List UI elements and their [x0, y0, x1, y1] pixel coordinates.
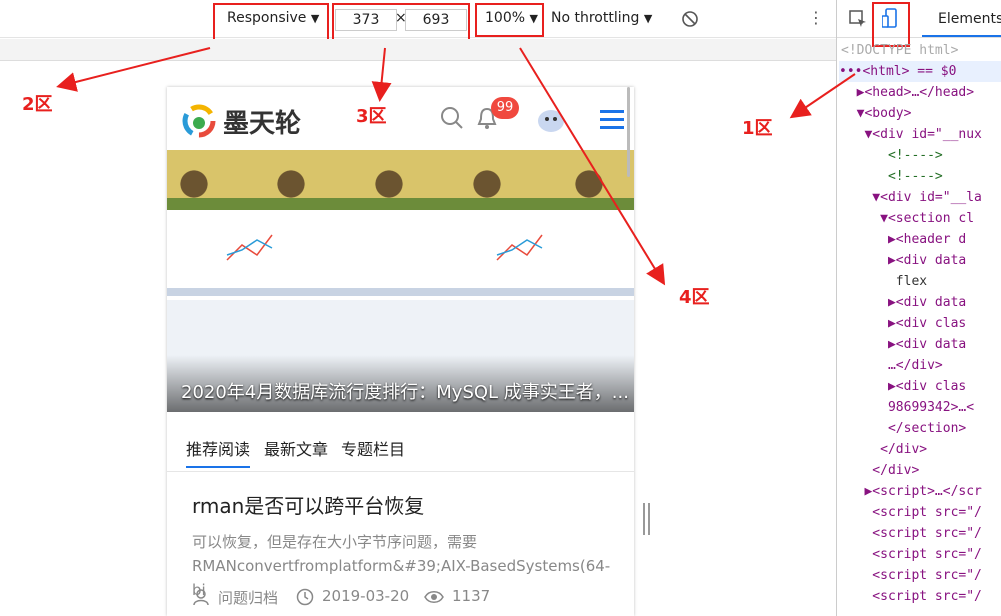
article-views: 1137 — [452, 587, 491, 605]
dom-line[interactable]: <script src="/ — [841, 586, 982, 607]
inspect-element-icon[interactable] — [849, 10, 867, 28]
annotation-box-zoom — [475, 3, 544, 37]
dom-line[interactable]: </section> — [841, 418, 966, 439]
annotation-box-device — [213, 3, 329, 42]
site-logo-icon — [182, 104, 216, 138]
devtools-tabbar: Elements — [837, 0, 1001, 47]
active-tab-underline — [922, 0, 1001, 37]
dom-line[interactable]: <!DOCTYPE html> — [841, 40, 958, 61]
banner-title[interactable]: 2020年4月数据库流行度排行：MySQL 成事实王者，... — [181, 378, 629, 404]
dom-line[interactable]: <script src="/ — [841, 544, 982, 565]
dom-line[interactable]: <script src="/ — [841, 502, 982, 523]
dom-line[interactable]: <!----> — [841, 166, 943, 187]
tab-latest[interactable]: 最新文章 — [264, 436, 328, 460]
dom-line[interactable]: ▼<body> — [841, 103, 912, 124]
devtools-panel: Elements <!DOCTYPE html> •••<html> == $0… — [836, 0, 1001, 616]
site-logo-text: 墨天轮 — [223, 109, 302, 139]
user-icon — [193, 589, 209, 606]
device-viewport: 墨天轮 99 2020年4月数据库流行度排行：MySQL 成事实王者，... 推… — [167, 87, 634, 616]
dom-line-selected[interactable]: •••<html> == $0 — [839, 61, 1001, 82]
throttle-select[interactable]: No throttling ▼ — [551, 10, 652, 26]
throttle-label: No throttling — [551, 10, 640, 26]
annotation-label-zone4: 4区 — [679, 287, 710, 308]
media-query-ruler — [0, 39, 836, 61]
dom-line[interactable]: ▼<div id="__nux — [841, 124, 981, 145]
rotate-icon[interactable] — [681, 10, 699, 28]
article-date: 2019-03-20 — [322, 587, 410, 605]
dom-line[interactable]: ▼<section cl — [841, 208, 974, 229]
tab-recommended[interactable]: 推荐阅读 — [186, 436, 250, 460]
dom-line[interactable]: ▶<div data — [841, 334, 966, 355]
dom-line[interactable]: ▶<script>…</scr — [841, 481, 981, 502]
banner-carousel[interactable]: 2020年4月数据库流行度排行：MySQL 成事实王者，... — [167, 150, 634, 412]
dom-line[interactable]: ▼<div id="__la — [841, 187, 982, 208]
dom-line[interactable]: ▶<div clas — [841, 376, 966, 397]
dom-line[interactable]: </div> — [841, 439, 927, 460]
dom-line[interactable]: <!----> — [841, 145, 943, 166]
dom-line[interactable]: ▶<header d — [841, 229, 966, 250]
annotation-box-dimensions — [332, 3, 470, 42]
dom-line[interactable]: <script src="/ — [841, 565, 982, 586]
dom-line[interactable]: </div> — [841, 460, 919, 481]
resize-handle[interactable] — [643, 503, 650, 535]
viewport-scrollbar[interactable] — [627, 87, 630, 177]
more-options-icon[interactable]: ⋮ — [808, 8, 824, 27]
clock-icon — [296, 588, 314, 606]
banner-image-strip — [167, 150, 634, 210]
site-header: 墨天轮 99 — [167, 87, 634, 150]
annotation-label-zone1: 1区 — [742, 118, 773, 139]
eye-icon — [424, 591, 444, 603]
annotation-label-zone3: 3区 — [356, 106, 387, 127]
dom-line[interactable]: ▶<div data — [841, 250, 966, 271]
user-avatar[interactable] — [535, 104, 567, 134]
dropdown-arrow-icon: ▼ — [643, 12, 653, 25]
annotation-label-zone2: 2区 — [22, 94, 53, 115]
article-title[interactable]: rman是否可以跨平台恢复 — [192, 490, 424, 519]
grass-strip — [167, 198, 634, 210]
notification-badge: 99 — [491, 97, 519, 119]
ant-illustration — [167, 162, 221, 202]
hamburger-menu-icon[interactable] — [600, 109, 624, 129]
dom-line[interactable]: ▶<head>…</head> — [841, 82, 974, 103]
article-category[interactable]: 问题归档 — [218, 587, 278, 608]
dom-line[interactable]: ▶<div clas — [841, 313, 966, 334]
device-toolbar: Responsive ▼ 373 × 693 100% ▼ No throttl… — [0, 0, 836, 42]
dom-line[interactable]: 98699342>…< — [841, 397, 974, 418]
ant-illustration — [562, 162, 616, 202]
ant-illustration — [264, 162, 318, 202]
dom-line[interactable]: …</div> — [841, 355, 943, 376]
tab-topics[interactable]: 专题栏目 — [341, 436, 405, 460]
dom-line[interactable]: ▶<div data — [841, 292, 966, 313]
ant-illustration — [460, 162, 514, 202]
article-tabs: 推荐阅读 最新文章 专题栏目 — [167, 422, 634, 472]
dom-line[interactable]: <script src="/ — [841, 523, 982, 544]
ant-illustration — [362, 162, 416, 202]
search-icon[interactable] — [440, 106, 464, 130]
active-tab-indicator — [186, 466, 250, 468]
flex-badge[interactable]: flex — [841, 271, 927, 292]
